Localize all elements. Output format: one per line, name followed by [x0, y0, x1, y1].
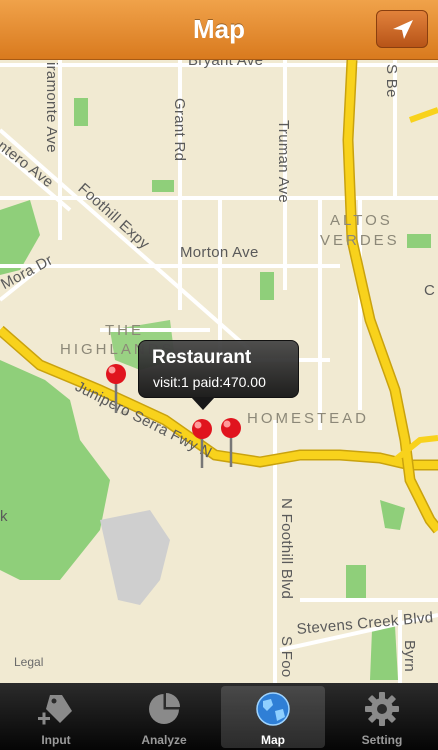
- callout-subtitle: visit:1 paid:470.00: [153, 374, 266, 390]
- tab-input[interactable]: Input: [4, 686, 108, 748]
- locate-me-button[interactable]: [376, 10, 428, 48]
- location-arrow-icon: [393, 20, 413, 39]
- street-label: Morton Ave: [180, 244, 259, 261]
- tab-analyze[interactable]: Analyze: [112, 686, 216, 748]
- area-label: ALTOS: [330, 212, 393, 229]
- pin-callout[interactable]: Restaurant visit:1 paid:470.00: [138, 340, 299, 410]
- tab-bar: Input Analyze Map Setting: [0, 683, 438, 750]
- navigation-bar: Map: [0, 0, 438, 60]
- tab-label: Input: [41, 733, 71, 747]
- tab-setting[interactable]: Setting: [330, 686, 434, 748]
- page-title: Map: [193, 14, 245, 44]
- map-pin[interactable]: [104, 363, 128, 415]
- street-label: Byrn: [401, 640, 418, 673]
- gear-icon: [365, 692, 399, 726]
- street-label: k: [0, 508, 8, 525]
- map-pin[interactable]: [219, 417, 243, 469]
- street-label: iramonte Ave: [43, 62, 60, 153]
- tab-map[interactable]: Map: [221, 686, 325, 748]
- pie-chart-icon: [149, 693, 180, 724]
- street-label: S Be: [383, 64, 400, 98]
- legal-link[interactable]: Legal: [14, 655, 43, 669]
- map-view[interactable]: Bryant Ave iramonte Ave Grant Rd Truman …: [0, 60, 438, 683]
- tab-label: Setting: [361, 733, 403, 747]
- street-label: Truman Ave: [275, 120, 292, 204]
- area-label: THE: [105, 322, 144, 339]
- area-label: VERDES: [320, 232, 400, 249]
- tab-label: Analyze: [141, 733, 187, 747]
- map-pin[interactable]: [190, 418, 214, 470]
- street-label: C: [424, 282, 436, 299]
- area-label: HOMESTEAD: [247, 410, 370, 427]
- street-label: S Foo: [278, 636, 295, 678]
- globe-icon: [256, 692, 290, 726]
- tag-plus-icon: [38, 695, 72, 725]
- street-label: Grant Rd: [171, 98, 188, 162]
- callout-title: Restaurant: [152, 347, 252, 368]
- tab-label: Map: [261, 733, 285, 747]
- street-label: Bryant Ave: [188, 60, 264, 69]
- street-label: N Foothill Blvd: [278, 498, 295, 600]
